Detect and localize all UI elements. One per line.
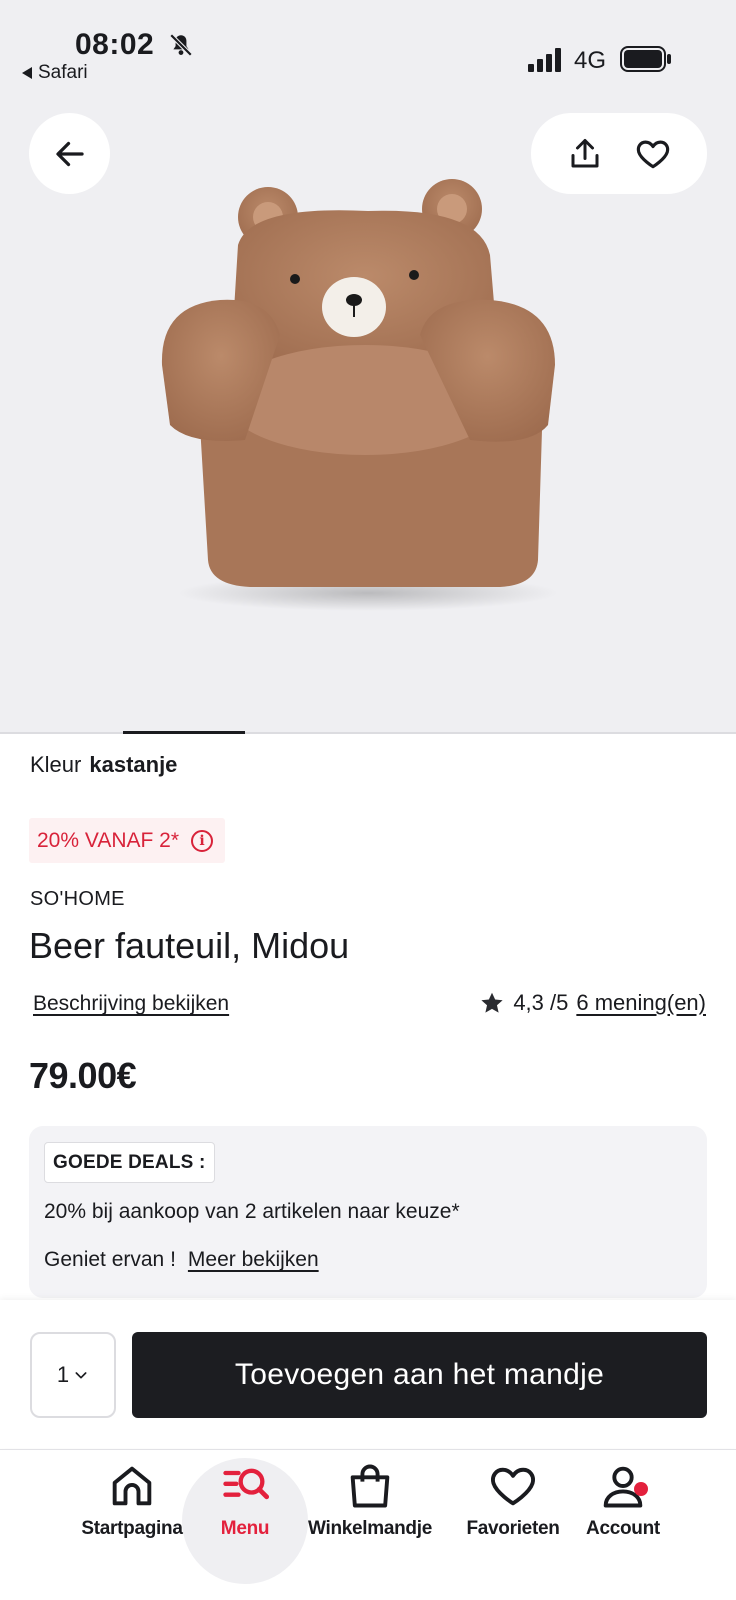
back-app-label: Safari: [38, 62, 88, 83]
menu-search-icon: [223, 1468, 270, 1500]
deals-footer: Geniet ervan ! Meer bekijken: [44, 1248, 319, 1272]
description-link[interactable]: Beschrijving bekijken: [33, 992, 229, 1016]
color-label: Kleur: [30, 752, 82, 777]
heart-icon: [636, 140, 669, 168]
share-icon: [571, 138, 598, 167]
product-image-area[interactable]: 08:02 Safari 4G: [0, 0, 736, 734]
nav-account[interactable]: Account: [580, 1460, 666, 1580]
bottom-navigation: Startpagina Menu Winkelmandje Favorieten: [0, 1449, 736, 1600]
share-button[interactable]: [567, 136, 603, 172]
quantity-select[interactable]: 1: [30, 1332, 116, 1418]
deals-description: 20% bij aankoop van 2 artikelen naar keu…: [44, 1200, 460, 1223]
brand-name: SO'HOME: [30, 888, 125, 910]
nav-cart-label: Winkelmandje: [308, 1518, 432, 1539]
status-time: 08:02: [75, 28, 155, 61]
deals-enjoy-text: Geniet ervan !: [44, 1248, 176, 1271]
rating: 4,3 /5 6 mening(en): [479, 990, 706, 1016]
bell-slash-icon: [169, 33, 193, 57]
promo-badge-label: 20% VANAF 2*: [37, 828, 180, 852]
arrow-left-icon: [55, 141, 84, 166]
gallery-progress-track: [0, 732, 736, 734]
gallery-progress-indicator: [123, 731, 245, 734]
color-value: kastanje: [89, 752, 178, 777]
nav-home-label: Startpagina: [81, 1518, 183, 1539]
product-actions: [531, 113, 707, 194]
nav-menu[interactable]: Menu: [196, 1460, 294, 1580]
info-icon[interactable]: i: [191, 829, 214, 852]
nav-cart[interactable]: Winkelmandje: [300, 1460, 440, 1580]
nav-favorites-label: Favorieten: [466, 1518, 560, 1539]
signal-icon: [528, 48, 561, 72]
back-to-app-link[interactable]: Safari: [22, 62, 88, 84]
product-price: 79.00€: [29, 1055, 137, 1096]
product-photo: [161, 179, 558, 611]
nav-menu-label: Menu: [220, 1518, 270, 1539]
back-button[interactable]: [29, 113, 110, 194]
nav-account-label: Account: [586, 1518, 660, 1539]
battery-icon: [620, 46, 671, 72]
favorite-button[interactable]: [634, 135, 672, 173]
deals-box: GOEDE DEALS : 20% bij aankoop van 2 arti…: [29, 1126, 707, 1298]
star-icon: [481, 992, 503, 1013]
promo-badge[interactable]: 20% VANAF 2* i: [29, 818, 226, 863]
nav-favorites[interactable]: Favorieten: [460, 1460, 566, 1580]
add-to-cart-button[interactable]: Toevoegen aan het mandje: [132, 1332, 707, 1418]
account-notification-dot: [634, 1482, 648, 1496]
home-icon: [112, 1466, 152, 1506]
back-triangle-icon: [22, 67, 32, 79]
bag-icon: [350, 1464, 390, 1508]
reviews-link[interactable]: 6 mening(en): [576, 990, 706, 1016]
color-selection: Kleur kastanje: [30, 752, 177, 778]
heart-outline-icon: [491, 1467, 535, 1506]
quantity-value: 1: [56, 1362, 70, 1387]
add-to-cart-bar: 1 Toevoegen aan het mandje: [0, 1300, 736, 1448]
deals-tag: GOEDE DEALS :: [44, 1142, 215, 1183]
rating-value: 4,3 /5: [513, 990, 569, 1015]
chevron-down-icon: [75, 1372, 87, 1379]
network-label: 4G: [574, 47, 607, 74]
deals-more-link[interactable]: Meer bekijken: [188, 1248, 319, 1272]
product-title: Beer fauteuil, Midou: [29, 925, 350, 966]
nav-home[interactable]: Startpagina: [74, 1460, 190, 1580]
